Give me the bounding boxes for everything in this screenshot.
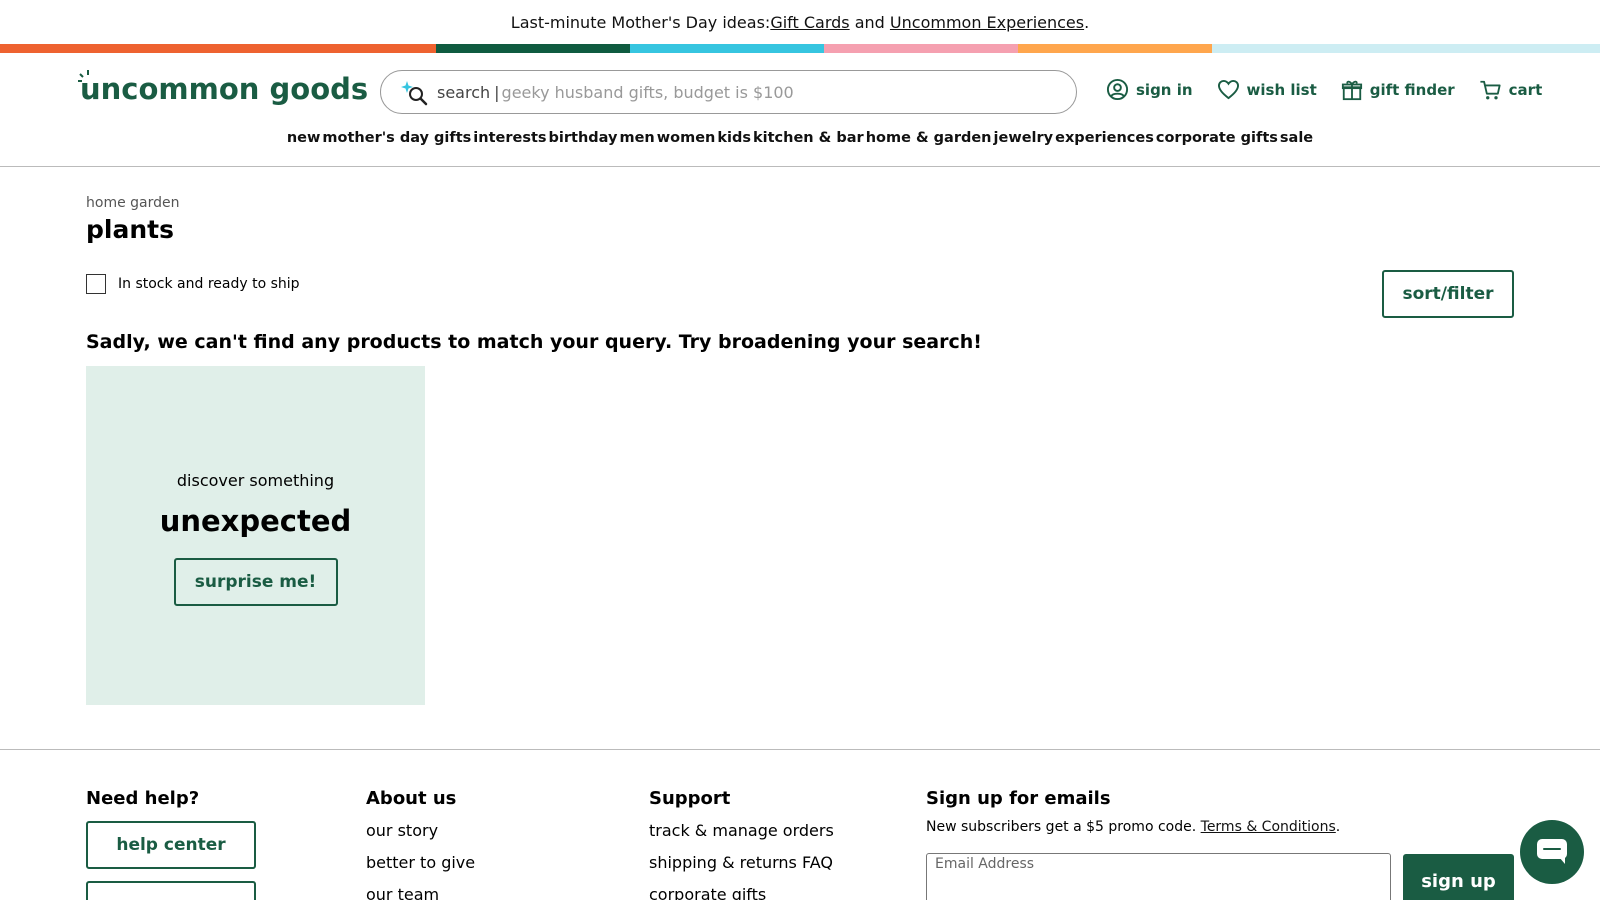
email-desc-text: New subscribers get a $5 promo code. xyxy=(926,819,1201,835)
promo-end: . xyxy=(1084,12,1090,32)
cart-link[interactable]: cart xyxy=(1479,79,1543,101)
footer-secondary-button[interactable] xyxy=(86,881,256,900)
nav-item-kitchen-bar[interactable]: kitchen & bar xyxy=(752,130,865,146)
search-label: search xyxy=(437,82,491,102)
nav-item-jewelry[interactable]: jewelry xyxy=(993,130,1055,146)
promo-banner: Last-minute Mother's Day ideas: Gift Car… xyxy=(0,0,1600,44)
promo-lead: Last-minute Mother's Day ideas: xyxy=(510,12,771,32)
promo-card-subtitle: discover something xyxy=(176,471,335,490)
gift-finder-link[interactable]: gift finder xyxy=(1341,79,1455,101)
nav-item-sale[interactable]: sale xyxy=(1279,130,1314,146)
nav-item-kids[interactable]: kids xyxy=(716,130,752,146)
empty-results-message: Sadly, we can't find any products to mat… xyxy=(86,331,982,353)
site-logo[interactable]: uncommon goods xyxy=(78,70,369,106)
email-signup-description: New subscribers get a $5 promo code. Ter… xyxy=(926,819,1340,835)
search-bar[interactable]: search | xyxy=(380,70,1077,114)
in-stock-filter[interactable]: In stock and ready to ship xyxy=(86,274,300,294)
nav-item-mothers-day-gifts[interactable]: mother's day gifts xyxy=(321,130,472,146)
help-center-button[interactable]: help center xyxy=(86,821,256,869)
search-input[interactable] xyxy=(501,82,1042,102)
user-circle-icon xyxy=(1106,78,1129,101)
page-title: plants xyxy=(86,215,174,244)
footer-support-title: Support xyxy=(649,788,731,809)
email-field[interactable] xyxy=(935,854,1382,872)
in-stock-checkbox[interactable] xyxy=(86,274,106,294)
footer-help-column: Need help? help center xyxy=(86,788,256,900)
header-divider xyxy=(0,166,1600,167)
footer-link-corporate-gifts[interactable]: corporate gifts xyxy=(649,885,834,900)
logo-spark-icon xyxy=(78,70,89,82)
footer-link-better-to-give[interactable]: better to give xyxy=(366,853,475,872)
footer-link-our-story[interactable]: our story xyxy=(366,821,475,840)
cart-label: cart xyxy=(1508,80,1543,99)
email-field-wrapper xyxy=(926,853,1391,900)
uncommon-experiences-link[interactable]: Uncommon Experiences xyxy=(890,13,1084,32)
nav-item-interests[interactable]: interests xyxy=(472,130,547,146)
wish-list-label: wish list xyxy=(1246,80,1317,99)
nav-item-experiences[interactable]: experiences xyxy=(1054,130,1155,146)
main-nav: new mother's day gifts interests birthda… xyxy=(0,130,1600,146)
header-actions: sign in wish list gift finder cart xyxy=(1106,78,1542,101)
nav-item-new[interactable]: new xyxy=(286,130,322,146)
gift-icon xyxy=(1341,80,1362,100)
sign-up-button[interactable]: sign up xyxy=(1403,854,1514,900)
footer-link-track-orders[interactable]: track & manage orders xyxy=(649,821,834,840)
chat-bubble-icon xyxy=(1537,839,1567,864)
nav-item-birthday[interactable]: birthday xyxy=(548,130,619,146)
surprise-promo-card: discover something unexpected surprise m… xyxy=(86,366,425,705)
footer-link-shipping-returns[interactable]: shipping & returns FAQ xyxy=(649,853,834,872)
sparkle-search-icon xyxy=(401,81,428,106)
sign-in-label: sign in xyxy=(1136,80,1193,99)
cart-icon xyxy=(1480,80,1501,99)
nav-item-corporate-gifts[interactable]: corporate gifts xyxy=(1155,130,1279,146)
chat-button[interactable] xyxy=(1520,820,1584,884)
footer-support-column: Support track & manage orders shipping &… xyxy=(649,788,834,900)
email-desc-end: . xyxy=(1335,819,1341,835)
footer-divider xyxy=(0,749,1600,750)
sign-in-link[interactable]: sign in xyxy=(1106,78,1193,101)
surprise-me-button[interactable]: surprise me! xyxy=(173,558,338,606)
color-stripe xyxy=(0,44,1600,53)
footer-about-title: About us xyxy=(366,788,457,809)
search-caret: | xyxy=(494,82,500,102)
footer-email-title: Sign up for emails xyxy=(926,788,1111,809)
promo-mid: and xyxy=(849,12,890,32)
footer-link-our-team[interactable]: our team xyxy=(366,885,475,900)
footer-about-column: About us our story better to give our te… xyxy=(366,788,475,900)
nav-item-men[interactable]: men xyxy=(618,130,655,146)
footer-help-title: Need help? xyxy=(86,788,200,809)
nav-item-home-garden[interactable]: home & garden xyxy=(865,130,993,146)
promo-card-title: unexpected xyxy=(159,504,352,538)
logo-text: uncommon goods xyxy=(80,72,369,106)
heart-icon xyxy=(1217,79,1239,100)
terms-conditions-link[interactable]: Terms & Conditions xyxy=(1201,819,1336,835)
sort-filter-button[interactable]: sort/filter xyxy=(1382,270,1514,318)
nav-item-women[interactable]: women xyxy=(656,130,717,146)
wish-list-link[interactable]: wish list xyxy=(1217,79,1317,100)
gift-cards-link[interactable]: Gift Cards xyxy=(770,13,849,32)
in-stock-label: In stock and ready to ship xyxy=(118,276,300,292)
breadcrumb[interactable]: home garden xyxy=(86,195,180,211)
footer-email-column: Sign up for emails New subscribers get a… xyxy=(926,788,1340,835)
gift-finder-label: gift finder xyxy=(1369,80,1455,99)
